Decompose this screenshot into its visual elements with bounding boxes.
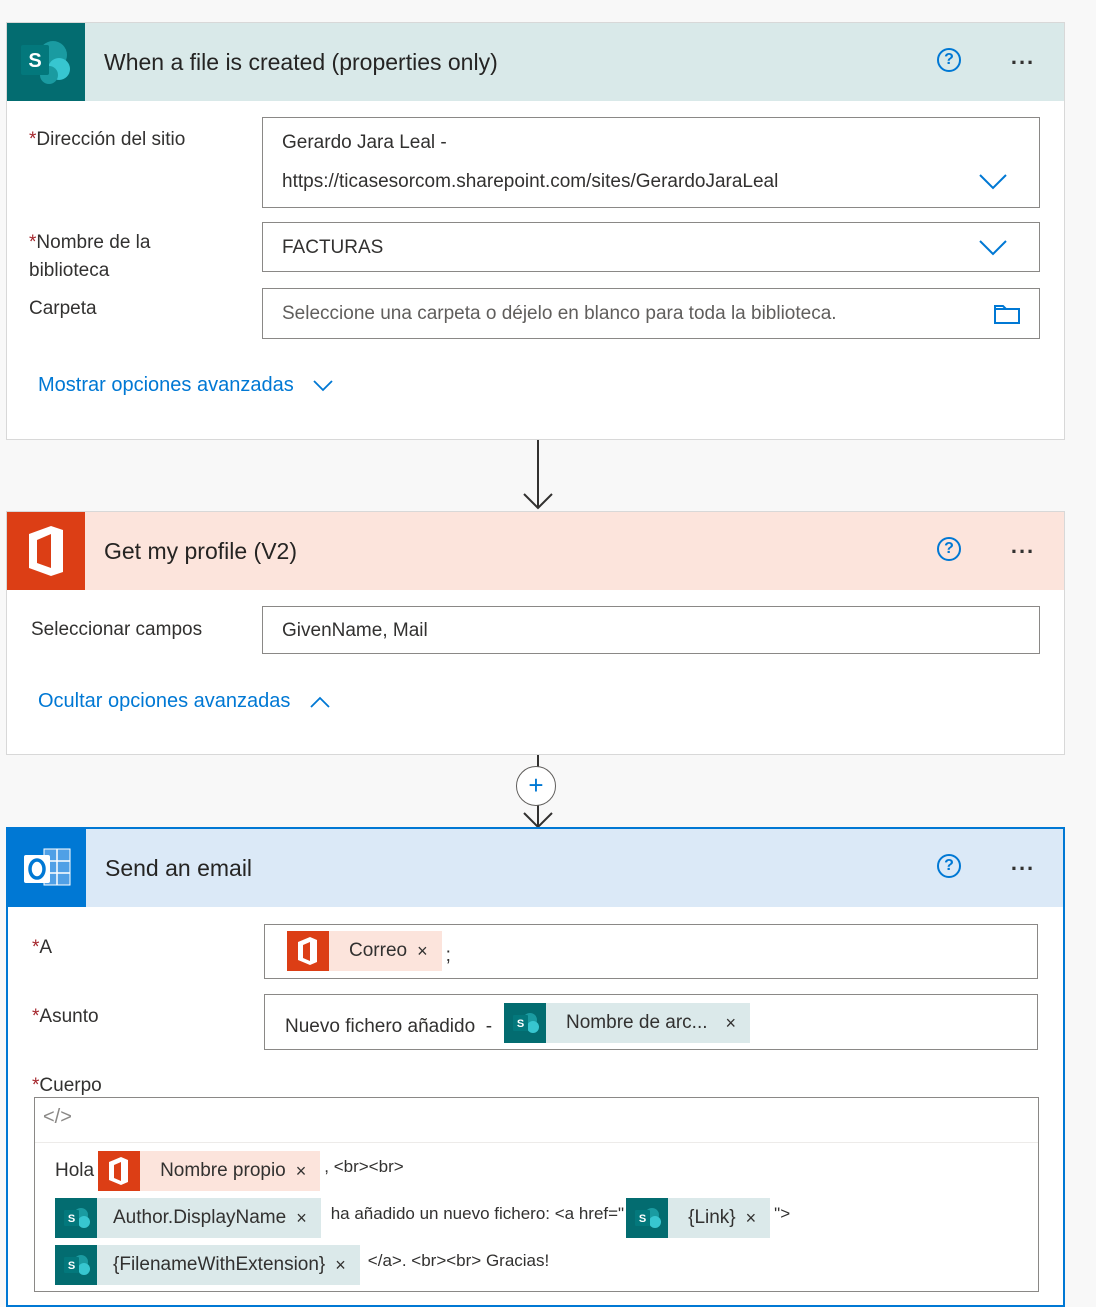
body-text: </a>. <br><br> Gracias! (367, 1251, 550, 1270)
token-label: {FilenameWithExtension} (113, 1254, 326, 1275)
body-line-3: S {FilenameWithExtension} × </a>. <br><br… (55, 1245, 549, 1285)
svg-text:S: S (517, 1018, 524, 1030)
body-label-text: Cuerpo (39, 1075, 102, 1096)
plus-icon: + (528, 770, 544, 800)
remove-token-icon[interactable]: × (296, 1208, 307, 1229)
body-text: Hola (55, 1160, 95, 1181)
site-label: *Dirección del sitio (29, 127, 185, 153)
sharepoint-icon: S (55, 1245, 97, 1285)
remove-token-icon[interactable]: × (417, 941, 428, 962)
token-label: Nombre de arc... (566, 1012, 708, 1033)
site-label-text: Dirección del sitio (36, 129, 186, 150)
token-given-name[interactable]: Nombre propio × (98, 1151, 321, 1191)
office-icon (287, 931, 329, 971)
to-input[interactable]: Correo × ; (264, 924, 1038, 979)
more-options-button[interactable]: ... (1001, 852, 1045, 882)
profile-header[interactable]: Get my profile (V2) ? ... (7, 512, 1064, 590)
chevron-up-icon (310, 696, 330, 708)
body-label: *Cuerpo (32, 1073, 102, 1099)
svg-text:S: S (68, 1260, 75, 1272)
site-value-line2: https://ticasesorcom.sharepoint.com/site… (282, 171, 779, 192)
show-advanced-options-link[interactable]: Mostrar opciones avanzadas (38, 374, 333, 397)
svg-text:S: S (639, 1213, 646, 1225)
chevron-down-icon[interactable] (979, 174, 1007, 190)
body-editor[interactable]: </> Hola Nombre propio × , <br><br> S Aut… (34, 1097, 1039, 1292)
email-title: Send an email (105, 855, 253, 881)
advanced-link-text: Ocultar opciones avanzadas (38, 690, 291, 712)
sharepoint-icon: S (504, 1003, 547, 1043)
remove-token-icon[interactable]: × (746, 1208, 757, 1229)
library-label-line1: Nombre de la (36, 232, 151, 253)
sharepoint-icon: S (55, 1198, 97, 1238)
select-fields-input[interactable]: GivenName, Mail (262, 606, 1040, 654)
library-label-line2: biblioteca (29, 260, 110, 281)
body-text: "> (774, 1204, 791, 1223)
profile-title: Get my profile (V2) (104, 538, 297, 564)
subject-input[interactable]: Nuevo fichero añadido - S Nombre de arc.… (264, 994, 1038, 1050)
code-view-toolbar: </> (35, 1098, 1038, 1143)
chevron-down-icon (313, 380, 333, 391)
email-header[interactable]: Send an email ? ... (8, 829, 1063, 907)
trigger-header[interactable]: S When a file is created (properties onl… (7, 23, 1064, 101)
trigger-card: S When a file is created (properties onl… (6, 22, 1065, 440)
token-label: Author.DisplayName (113, 1207, 287, 1228)
more-options-button[interactable]: ... (1001, 46, 1045, 76)
token-link[interactable]: S {Link} × (626, 1198, 771, 1238)
code-view-icon[interactable]: </> (43, 1106, 72, 1129)
token-label: Correo (349, 940, 408, 961)
help-icon[interactable]: ? (937, 854, 961, 878)
office-icon (98, 1151, 141, 1191)
office-icon (7, 512, 85, 590)
token-author-display-name[interactable]: S Author.DisplayName × (55, 1198, 321, 1238)
folder-placeholder: Seleccione una carpeta o déjelo en blanc… (282, 303, 837, 324)
token-filename-with-extension[interactable]: S {FilenameWithExtension} × (55, 1245, 360, 1285)
folder-input[interactable]: Seleccione una carpeta o déjelo en blanc… (262, 288, 1040, 339)
body-text: ha añadido un nuevo fichero: <a href=" (330, 1204, 625, 1223)
help-icon[interactable]: ? (937, 48, 961, 72)
site-value-line1: Gerardo Jara Leal - (282, 132, 447, 153)
remove-token-icon[interactable]: × (335, 1255, 346, 1276)
select-fields-label: Seleccionar campos (31, 619, 203, 640)
subject-prefix: Nuevo fichero añadido - (285, 1016, 493, 1037)
library-value: FACTURAS (282, 237, 384, 258)
trigger-title: When a file is created (properties only) (104, 49, 498, 75)
to-label-text: A (39, 937, 53, 958)
more-options-button[interactable]: ... (1001, 535, 1045, 565)
sharepoint-icon: S (7, 23, 85, 101)
library-label: *Nombre de la (29, 230, 150, 256)
body-text: , <br><br> (324, 1157, 404, 1176)
select-fields-value: GivenName, Mail (282, 620, 428, 641)
add-step-button[interactable]: + (516, 766, 556, 806)
flow-arrow (523, 440, 553, 510)
token-label: Nombre propio (160, 1160, 286, 1181)
chevron-down-icon[interactable] (979, 240, 1007, 256)
body-line-2: S Author.DisplayName × ha añadido un nuev… (55, 1198, 790, 1238)
sharepoint-icon: S (626, 1198, 669, 1238)
email-card: Send an email ? ... *A Correo × ; *Asunto… (6, 827, 1065, 1307)
token-label: {Link} (688, 1207, 736, 1228)
site-address-dropdown[interactable]: Gerardo Jara Leal - https://ticasesorcom… (262, 117, 1040, 208)
advanced-link-text: Mostrar opciones avanzadas (38, 374, 294, 396)
svg-text:S: S (68, 1213, 75, 1225)
subject-label-text: Asunto (39, 1006, 99, 1027)
subject-token-filename[interactable]: S Nombre de arc... × (504, 1003, 751, 1043)
profile-card: Get my profile (V2) ? ... Seleccionar ca… (6, 511, 1065, 755)
to-token-correo[interactable]: Correo × (287, 931, 442, 971)
svg-text:S: S (28, 50, 41, 72)
subject-label: *Asunto (32, 1004, 99, 1030)
remove-token-icon[interactable]: × (726, 1013, 737, 1034)
remove-token-icon[interactable]: × (296, 1161, 307, 1182)
to-suffix: ; (445, 945, 451, 966)
to-label: *A (32, 935, 52, 961)
folder-icon[interactable] (994, 302, 1020, 324)
library-name-dropdown[interactable]: FACTURAS (262, 222, 1040, 272)
hide-advanced-options-link[interactable]: Ocultar opciones avanzadas (38, 690, 330, 713)
help-icon[interactable]: ? (937, 537, 961, 561)
folder-label: Carpeta (29, 298, 97, 319)
outlook-icon (8, 829, 86, 907)
body-line-1: Hola Nombre propio × , <br><br> (55, 1151, 404, 1191)
